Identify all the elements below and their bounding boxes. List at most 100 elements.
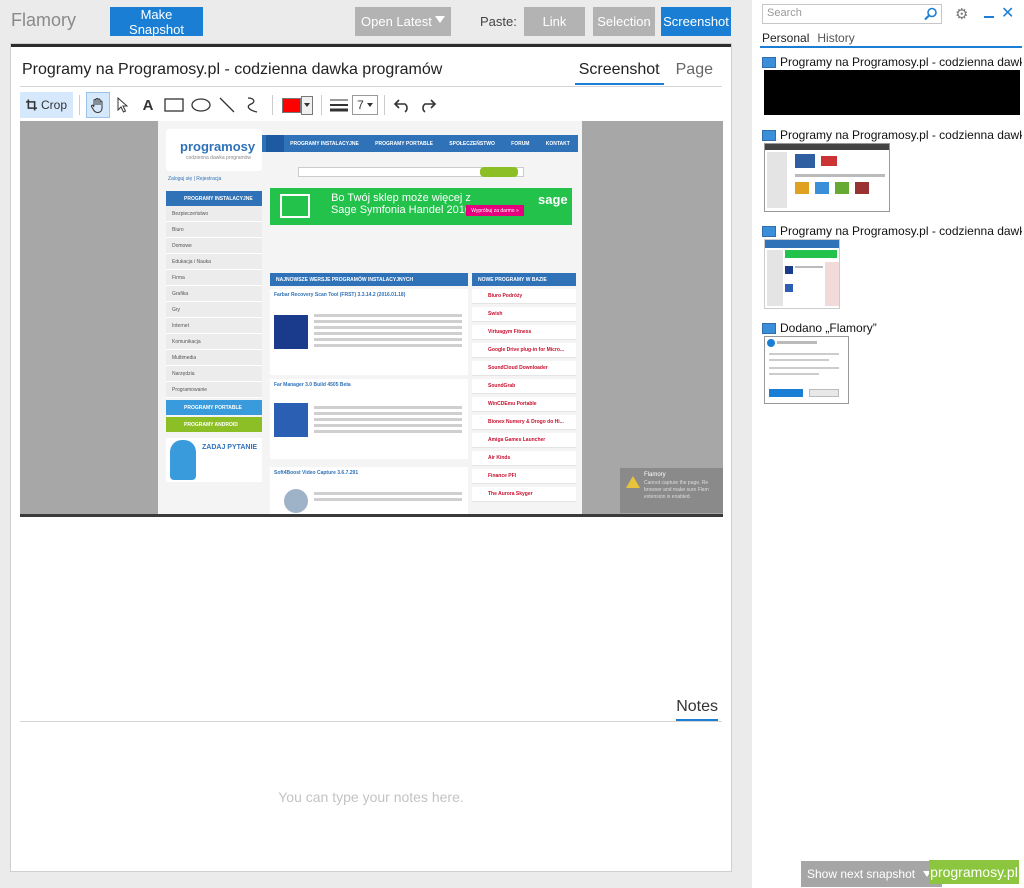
new-program-item: Air Kinds <box>472 451 576 466</box>
screenshot-canvas[interactable]: programosy codzienna dawka programów PRO… <box>20 121 723 515</box>
sidebar-item: Domowe <box>166 238 262 254</box>
new-program-item: Amiga Games Launcher <box>472 433 576 448</box>
tab-page[interactable]: Page <box>672 61 717 85</box>
show-next-label: Show next snapshot <box>807 867 916 881</box>
sidebar-item: Gry <box>166 302 262 318</box>
site-nav-item: FORUM <box>511 140 530 147</box>
capture-warning-toast: Flamory Cannot capture the page. Re brow… <box>620 468 723 513</box>
paste-selection-button[interactable]: Selection <box>593 7 655 36</box>
redo-button[interactable] <box>415 92 439 118</box>
site-sidebar: PROGRAMY INSTALACYJNE Bezpieczeństwo Biu… <box>166 191 262 515</box>
line-width-select[interactable]: 7 <box>352 95 378 115</box>
article-description <box>314 311 462 350</box>
search-input[interactable]: Search <box>762 4 942 24</box>
banner-button: Wypróbuj za darmo » <box>466 205 524 216</box>
tab-screenshot[interactable]: Screenshot <box>574 61 664 85</box>
paste-screenshot-button[interactable]: Screenshot <box>661 7 731 36</box>
snapshot-thumbnail <box>764 336 849 404</box>
snapshots-panel: Search ⚙ ✕ Personal History Programy na … <box>752 0 1024 888</box>
select-tool[interactable] <box>110 92 136 118</box>
crop-label: Crop <box>40 98 67 112</box>
open-latest-label: Open Latest <box>361 14 432 29</box>
snapshot-title-text: Programy na Programosy.pl - codzienna da… <box>780 55 1022 69</box>
sidebar-header: PROGRAMY INSTALACYJNE <box>166 191 262 206</box>
article-description <box>314 403 462 436</box>
color-dropdown[interactable] <box>300 95 313 115</box>
paste-label: Paste: <box>480 14 517 29</box>
app-title: Flamory <box>11 10 77 30</box>
color-swatch <box>281 97 301 113</box>
ellipse-icon <box>191 98 211 112</box>
site-nav-item: SPOŁECZEŃSTWO <box>449 140 495 147</box>
snapshot-thumbnail <box>764 70 1020 115</box>
site-name: programosy <box>180 139 256 154</box>
sidebar-item: Programowanie <box>166 382 262 398</box>
new-program-item: WinCDEmu Portable <box>472 397 576 412</box>
arrow-pointer-icon <box>117 97 129 113</box>
text-tool[interactable]: A <box>136 92 160 118</box>
minimize-icon[interactable] <box>984 16 994 18</box>
snapshot-thumbnail <box>764 239 840 309</box>
notes-divider <box>20 721 722 722</box>
show-next-snapshot-button[interactable]: Show next snapshot <box>801 861 942 887</box>
search-icon[interactable] <box>924 7 938 21</box>
make-snapshot-button[interactable]: Make Snapshot <box>110 7 203 37</box>
article-item: Far Manager 3.0 Build 4505 Beta <box>270 379 468 459</box>
freehand-tool[interactable] <box>240 92 266 118</box>
rectangle-tool[interactable] <box>160 92 188 118</box>
paste-link-button[interactable]: Link <box>524 7 585 36</box>
new-program-item: Virtuagym Fitness <box>472 325 576 340</box>
pan-tool[interactable] <box>86 92 110 118</box>
title-divider <box>20 86 722 87</box>
sidebar-item: Internet <box>166 318 262 334</box>
snapshot-type-icon <box>762 322 776 334</box>
article-thumbnail <box>284 489 308 513</box>
article-item: Farbar Recovery Scan Tool (FRST) 3.3.14.… <box>270 289 468 375</box>
article-thumbnail <box>274 315 308 349</box>
banner-text: Bo Twój sklep może więcej z Sage Symfoni… <box>330 192 472 216</box>
gear-icon[interactable]: ⚙ <box>955 5 968 23</box>
site-search-button <box>480 167 518 177</box>
toolbar-separator <box>321 95 322 115</box>
color-picker[interactable] <box>279 92 315 118</box>
sidebar-item: Multimedia <box>166 350 262 366</box>
chevron-down-icon <box>435 16 445 23</box>
article-title: Far Manager 3.0 Build 4505 Beta <box>274 382 351 388</box>
chevron-down-icon <box>303 103 310 107</box>
crop-button[interactable]: Crop <box>20 92 73 118</box>
new-program-item: SoundCloud Downloader <box>472 361 576 376</box>
banner-brand: sage <box>538 192 568 207</box>
close-icon[interactable]: ✕ <box>1001 3 1014 23</box>
open-latest-button[interactable]: Open Latest <box>355 7 451 36</box>
site-login: Zaloguj się | Rejestracja <box>168 176 222 182</box>
line-icon <box>219 97 235 113</box>
sidebar-item: Biuro <box>166 222 262 238</box>
tab-personal[interactable]: Personal <box>762 31 809 47</box>
panel-top-strip <box>11 44 731 47</box>
tab-history[interactable]: History <box>817 31 854 47</box>
snapshot-type-icon <box>762 225 776 237</box>
sidebar-item: Narzędzia <box>166 366 262 382</box>
new-program-item: SoundGrab <box>472 379 576 394</box>
snapshot-title: Programy na Programosy.pl - codzienna da… <box>762 128 1022 142</box>
rectangle-icon <box>164 98 184 112</box>
snapshot-title-text: Programy na Programosy.pl - codzienna da… <box>780 128 1022 142</box>
ellipse-tool[interactable] <box>188 92 214 118</box>
editor-toolbar: Crop A 7 <box>20 92 722 118</box>
sidebar-android: PROGRAMY ANDROID <box>166 417 262 432</box>
snapshot-title: Dodano „Flamory” <box>762 321 1022 335</box>
article-description <box>314 489 462 504</box>
sidebar-item: Bezpieczeństwo <box>166 206 262 222</box>
notes-input[interactable]: You can type your notes here. <box>11 789 731 805</box>
toolbar-separator <box>272 95 273 115</box>
view-tabs: Screenshot Page <box>574 61 717 85</box>
line-tool[interactable] <box>214 92 240 118</box>
sidebar-item: Firma <box>166 270 262 286</box>
new-program-item: Google Drive plug-in for Micro... <box>472 343 576 358</box>
snapshot-title-text: Dodano „Flamory” <box>780 321 877 335</box>
article-thumbnail <box>274 403 308 437</box>
text-tool-glyph: A <box>142 96 154 114</box>
article-title: Farbar Recovery Scan Tool (FRST) 3.3.14.… <box>274 292 406 298</box>
captured-webpage: programosy codzienna dawka programów PRO… <box>158 121 582 515</box>
undo-button[interactable] <box>391 92 415 118</box>
